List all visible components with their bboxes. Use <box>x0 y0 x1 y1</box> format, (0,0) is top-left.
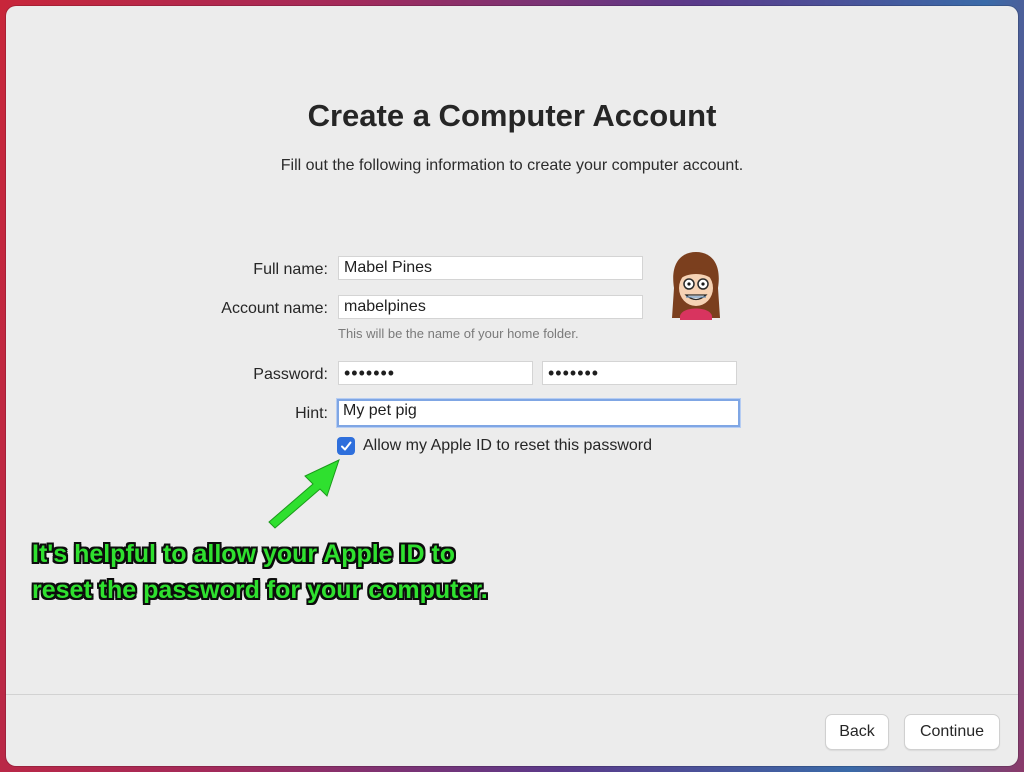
footer-divider <box>6 694 1018 695</box>
annotation-callout: It's helpful to allow your Apple ID to r… <box>32 540 488 604</box>
account-name-hint: This will be the name of your home folde… <box>338 326 579 341</box>
back-button[interactable]: Back <box>825 714 889 750</box>
account-name-label: Account name: <box>221 300 328 317</box>
full-name-field[interactable]: Mabel Pines <box>338 256 643 280</box>
password-label: Password: <box>253 366 328 383</box>
apple-id-reset-checkbox[interactable] <box>337 437 355 455</box>
setup-window: Create a Computer Account Fill out the f… <box>6 6 1018 766</box>
verify-password-field[interactable]: ••••••• <box>542 361 737 385</box>
page-subtitle: Fill out the following information to cr… <box>280 157 744 174</box>
continue-button[interactable]: Continue <box>904 714 1000 750</box>
page-title: Create a Computer Account <box>307 98 717 133</box>
password-field[interactable]: ••••••• <box>338 361 533 385</box>
checkmark-icon <box>341 441 352 451</box>
annotation-arrow-icon <box>268 459 340 529</box>
hint-label: Hint: <box>295 405 328 422</box>
user-avatar[interactable] <box>668 250 724 320</box>
apple-id-reset-label[interactable]: Allow my Apple ID to reset this password <box>363 437 652 455</box>
hint-field[interactable]: My pet pig <box>337 399 740 427</box>
full-name-label: Full name: <box>253 261 328 278</box>
account-name-field[interactable]: mabelpines <box>338 295 643 319</box>
